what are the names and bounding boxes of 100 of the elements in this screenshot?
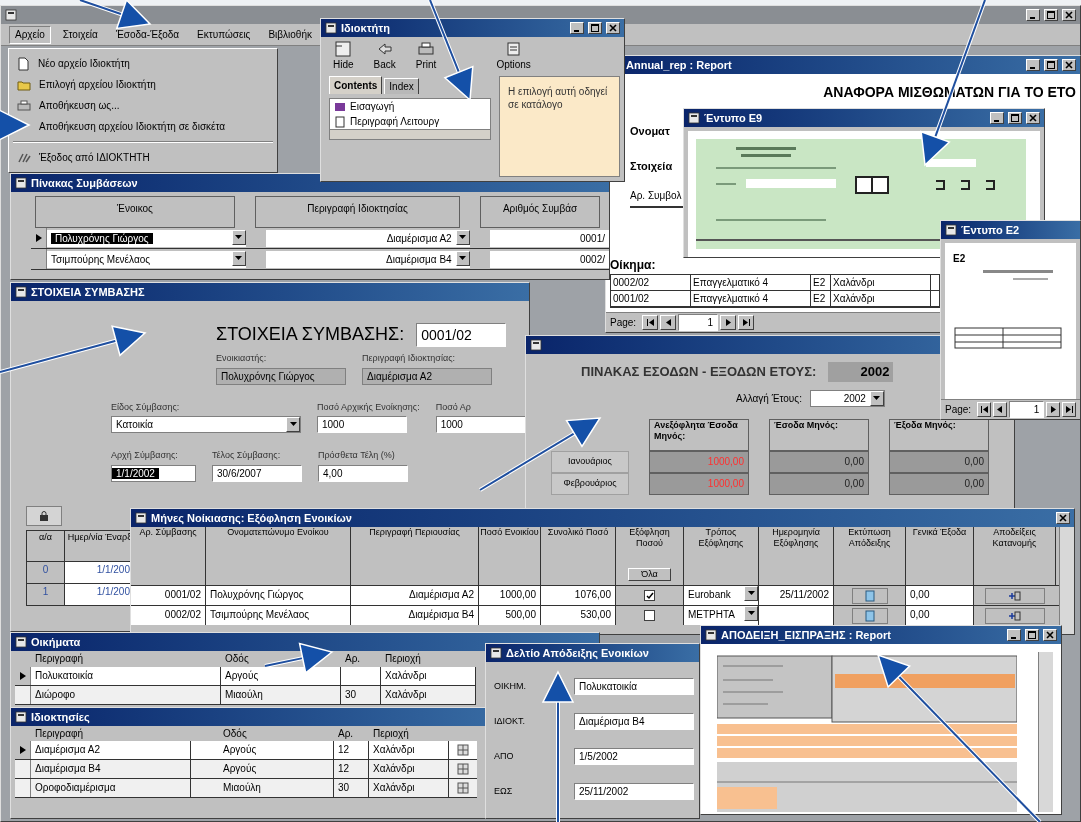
input-field[interactable]: 1000	[317, 416, 407, 433]
tab[interactable]: Index	[384, 78, 419, 94]
column-header: Εξόφληση Ποσού Όλα	[616, 527, 684, 585]
close-button[interactable]	[1062, 9, 1076, 21]
menu-item[interactable]: Αποθήκευση αρχείου Ιδιοκτήτη σε δισκέτα	[31, 116, 277, 137]
checkbox[interactable]	[644, 610, 655, 621]
table-cell: Διαμέρισμα Β4	[351, 606, 479, 625]
input-field[interactable]: 1000	[435, 416, 526, 433]
list-item[interactable]: Εισαγωγή	[330, 99, 490, 114]
current-record-icon	[35, 234, 42, 242]
menu-item[interactable]: Αποθήκευση ως...	[9, 95, 277, 116]
column-header: Ανεξόφλητα Έσοδα Μηνός:	[649, 418, 749, 451]
table-cell[interactable]: 0001/	[489, 229, 609, 247]
scrollbar[interactable]	[330, 129, 490, 139]
last-page-button[interactable]	[738, 315, 755, 330]
input-field[interactable]: 25/11/2002	[574, 783, 694, 800]
toolbar-button[interactable]: Hide	[333, 41, 354, 72]
menu-item[interactable]: Επιλογή αρχείου Ιδιοκτήτη	[9, 74, 277, 95]
input-field[interactable]: 30/6/2007	[212, 464, 302, 482]
maximize-button[interactable]	[1008, 112, 1022, 124]
close-button[interactable]	[1062, 59, 1076, 71]
table-row[interactable]: Πολυκατοικία Αργούς Χαλάνδρι	[15, 667, 476, 686]
scrollbar[interactable]	[1059, 527, 1074, 634]
dropdown-field[interactable]: Κατοικία	[111, 416, 301, 433]
table-row[interactable]: Οροφοδιαμέρισμα Μιαούλη 30 Χαλάνδρι	[15, 779, 477, 798]
previous-page-icon	[996, 406, 1004, 413]
table-row[interactable]: Διαμέρισμα Β4 Αργούς 12 Χαλάνδρι	[15, 760, 477, 779]
page-number-field[interactable]: 1	[678, 314, 719, 331]
table-cell: 1076,00	[541, 586, 616, 605]
input-field[interactable]: 1/5/2002	[574, 748, 694, 765]
minimize-button[interactable]	[990, 112, 1004, 124]
input-field[interactable]: Διαμέρισμα Β4	[574, 713, 694, 730]
table-cell: Διαμέρισμα Β4	[31, 760, 191, 778]
dropdown-button[interactable]	[744, 586, 758, 601]
menu-item[interactable]: Βιβλιοθήκ	[262, 25, 318, 44]
table-row[interactable]: Διαμέρισμα Α2 Αργούς 12 Χαλάνδρι	[15, 741, 477, 760]
month-button[interactable]: Φεβρουάριος	[551, 472, 629, 495]
previous-page-button[interactable]	[660, 315, 677, 330]
tab[interactable]: Contents	[329, 76, 383, 94]
dropdown-button[interactable]	[455, 229, 470, 245]
input-field[interactable]: 4,00	[318, 464, 408, 482]
next-page-button[interactable]	[1046, 402, 1061, 417]
close-button[interactable]	[1043, 629, 1057, 641]
table-cell: Μιαούλη	[221, 686, 341, 704]
table-cell: 0001/02	[611, 291, 691, 306]
previous-page-button[interactable]	[993, 402, 1007, 417]
contract-number-field[interactable]: 0001/02	[416, 322, 507, 347]
dropdown-button[interactable]	[286, 417, 300, 432]
dropdown-button[interactable]	[744, 606, 758, 621]
dropdown-button[interactable]	[231, 250, 246, 266]
app-icon	[705, 629, 717, 641]
input-field[interactable]: Πολυκατοικία	[574, 678, 694, 695]
menu-item[interactable]: Στοιχεία	[56, 25, 104, 44]
menu-item[interactable]: Νέο αρχείο Ιδιοκτήτη	[9, 53, 277, 74]
app-icon	[530, 339, 542, 351]
maximize-button[interactable]	[1025, 629, 1039, 641]
add-allocation-button[interactable]	[985, 587, 1045, 604]
table-cell: 0001/02	[131, 586, 206, 605]
menu-item[interactable]: Εκτυπώσεις	[191, 25, 257, 44]
close-button[interactable]	[1056, 512, 1070, 524]
maximize-button[interactable]	[1044, 9, 1058, 21]
maximize-button[interactable]	[588, 22, 602, 34]
minimize-button[interactable]	[1026, 59, 1040, 71]
toolbar-button[interactable]: Back	[373, 41, 396, 72]
minimize-button[interactable]	[570, 22, 584, 34]
list-item[interactable]: Περιγραφή Λειτουργ	[330, 114, 490, 129]
menu-item[interactable]: Αρχείο	[9, 25, 51, 44]
close-button[interactable]	[606, 22, 620, 34]
menu-item[interactable]: Έξοδος από ΙΔΙΟΚΤΗΤΗ	[9, 147, 277, 168]
toolbar-button[interactable]: Options	[496, 41, 531, 72]
minimize-button[interactable]	[1026, 9, 1040, 21]
column-header: Περιγραφή Περιουσίας	[351, 527, 479, 585]
column-header: Περιγραφή Ιδιοκτησίας	[255, 196, 460, 228]
window-title: ΑΠΟΔΕΙΞΗ_ΕΙΣΠΡΑΞΗΣ : Report	[721, 627, 891, 643]
dropdown-button[interactable]	[231, 229, 246, 245]
topic-text: Η επιλογή αυτή οδηγεί σε κατάλογο	[499, 76, 620, 177]
all-button[interactable]: Όλα	[628, 568, 671, 581]
toolbar-button[interactable]: Print	[415, 41, 437, 72]
maximize-button[interactable]	[1044, 59, 1058, 71]
first-page-button[interactable]	[642, 315, 659, 330]
month-button[interactable]: Ιανουάριος	[551, 450, 629, 473]
dropdown-button[interactable]	[455, 250, 470, 266]
field-label: Περιγραφή Ιδιοκτησίας:	[362, 352, 456, 365]
close-button[interactable]	[1026, 112, 1040, 124]
scrollbar[interactable]	[1038, 652, 1053, 812]
add-allocation-button[interactable]	[985, 607, 1045, 624]
first-page-button[interactable]	[977, 402, 991, 417]
checkbox[interactable]	[644, 590, 655, 601]
menu-item[interactable]: Έσοδα-Έξοδα	[109, 25, 186, 44]
close-icon	[1029, 114, 1037, 122]
page-number-field[interactable]: 1	[1008, 401, 1045, 418]
next-page-button[interactable]	[720, 315, 737, 330]
last-page-button[interactable]	[1062, 402, 1076, 417]
table-cell[interactable]: 0002/	[489, 250, 609, 268]
table-cell: 30	[334, 779, 369, 797]
app-icon	[688, 112, 700, 124]
lock-tab[interactable]	[26, 506, 62, 526]
table-row[interactable]: Διώροφο Μιαούλη 30 Χαλάνδρι	[15, 686, 476, 705]
minimize-button[interactable]	[1007, 629, 1021, 641]
input-field[interactable]: 1/1/2002	[111, 464, 196, 482]
